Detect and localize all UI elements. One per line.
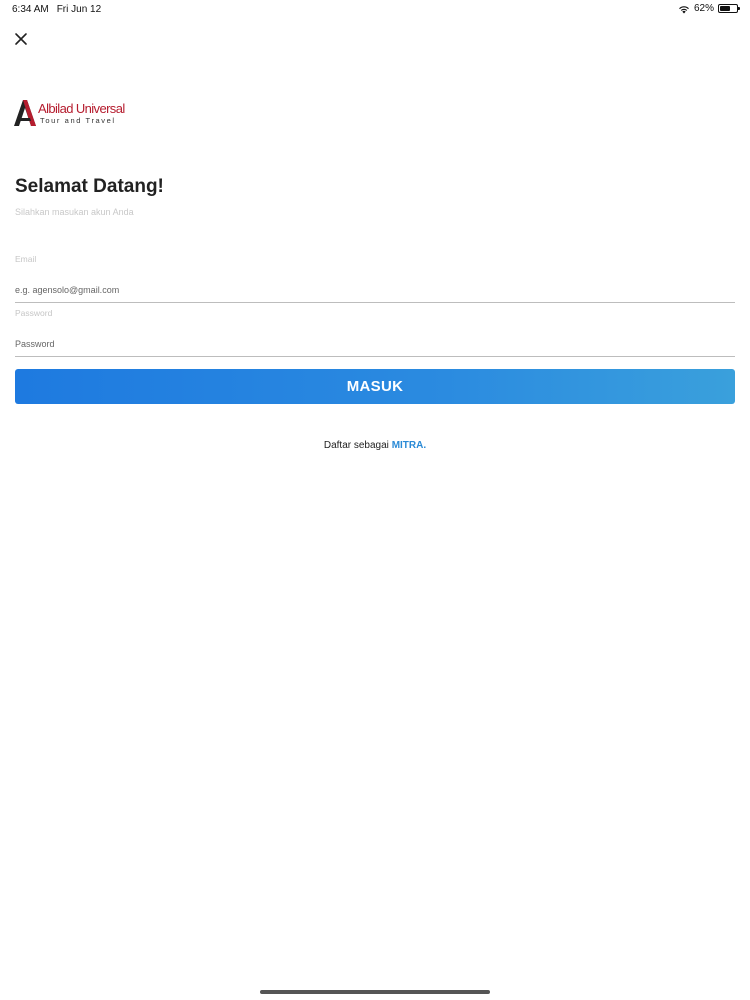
login-screen: 6:34 AM Fri Jun 12 62% Albilad Universal	[0, 0, 750, 1000]
battery-percentage: 62%	[693, 3, 714, 14]
status-time: 6:34 AM	[12, 4, 49, 15]
page-subtitle: Silahkan masukan akun Anda	[15, 207, 134, 217]
password-label: Password	[15, 308, 53, 318]
logo-tagline: Tour and Travel	[40, 116, 116, 125]
email-field[interactable]	[15, 277, 735, 303]
close-icon[interactable]	[12, 30, 30, 48]
brand-logo: Albilad Universal Tour and Travel	[14, 100, 144, 128]
page-title: Selamat Datang!	[15, 176, 164, 197]
email-label: Email	[15, 254, 37, 264]
home-indicator[interactable]	[260, 990, 490, 994]
letter-a-logo-icon	[14, 100, 36, 126]
status-bar: 6:34 AM Fri Jun 12 62%	[0, 0, 750, 18]
password-field[interactable]	[15, 331, 735, 357]
register-prefix: Daftar sebagai	[323, 440, 392, 451]
battery-icon	[718, 4, 740, 13]
battery-tip	[738, 7, 740, 10]
login-button[interactable]: MASUK	[15, 369, 735, 404]
status-date: Fri Jun 12	[56, 4, 102, 15]
logo-name: Albilad Universal	[38, 101, 125, 116]
status-right: 62%	[678, 3, 740, 14]
register-mitra-link[interactable]: MITRA.	[392, 440, 426, 451]
wifi-icon	[679, 5, 689, 13]
register-prompt: Daftar sebagai MITRA.	[0, 440, 750, 451]
battery-fill	[720, 6, 730, 11]
status-left: 6:34 AM Fri Jun 12	[12, 4, 101, 15]
